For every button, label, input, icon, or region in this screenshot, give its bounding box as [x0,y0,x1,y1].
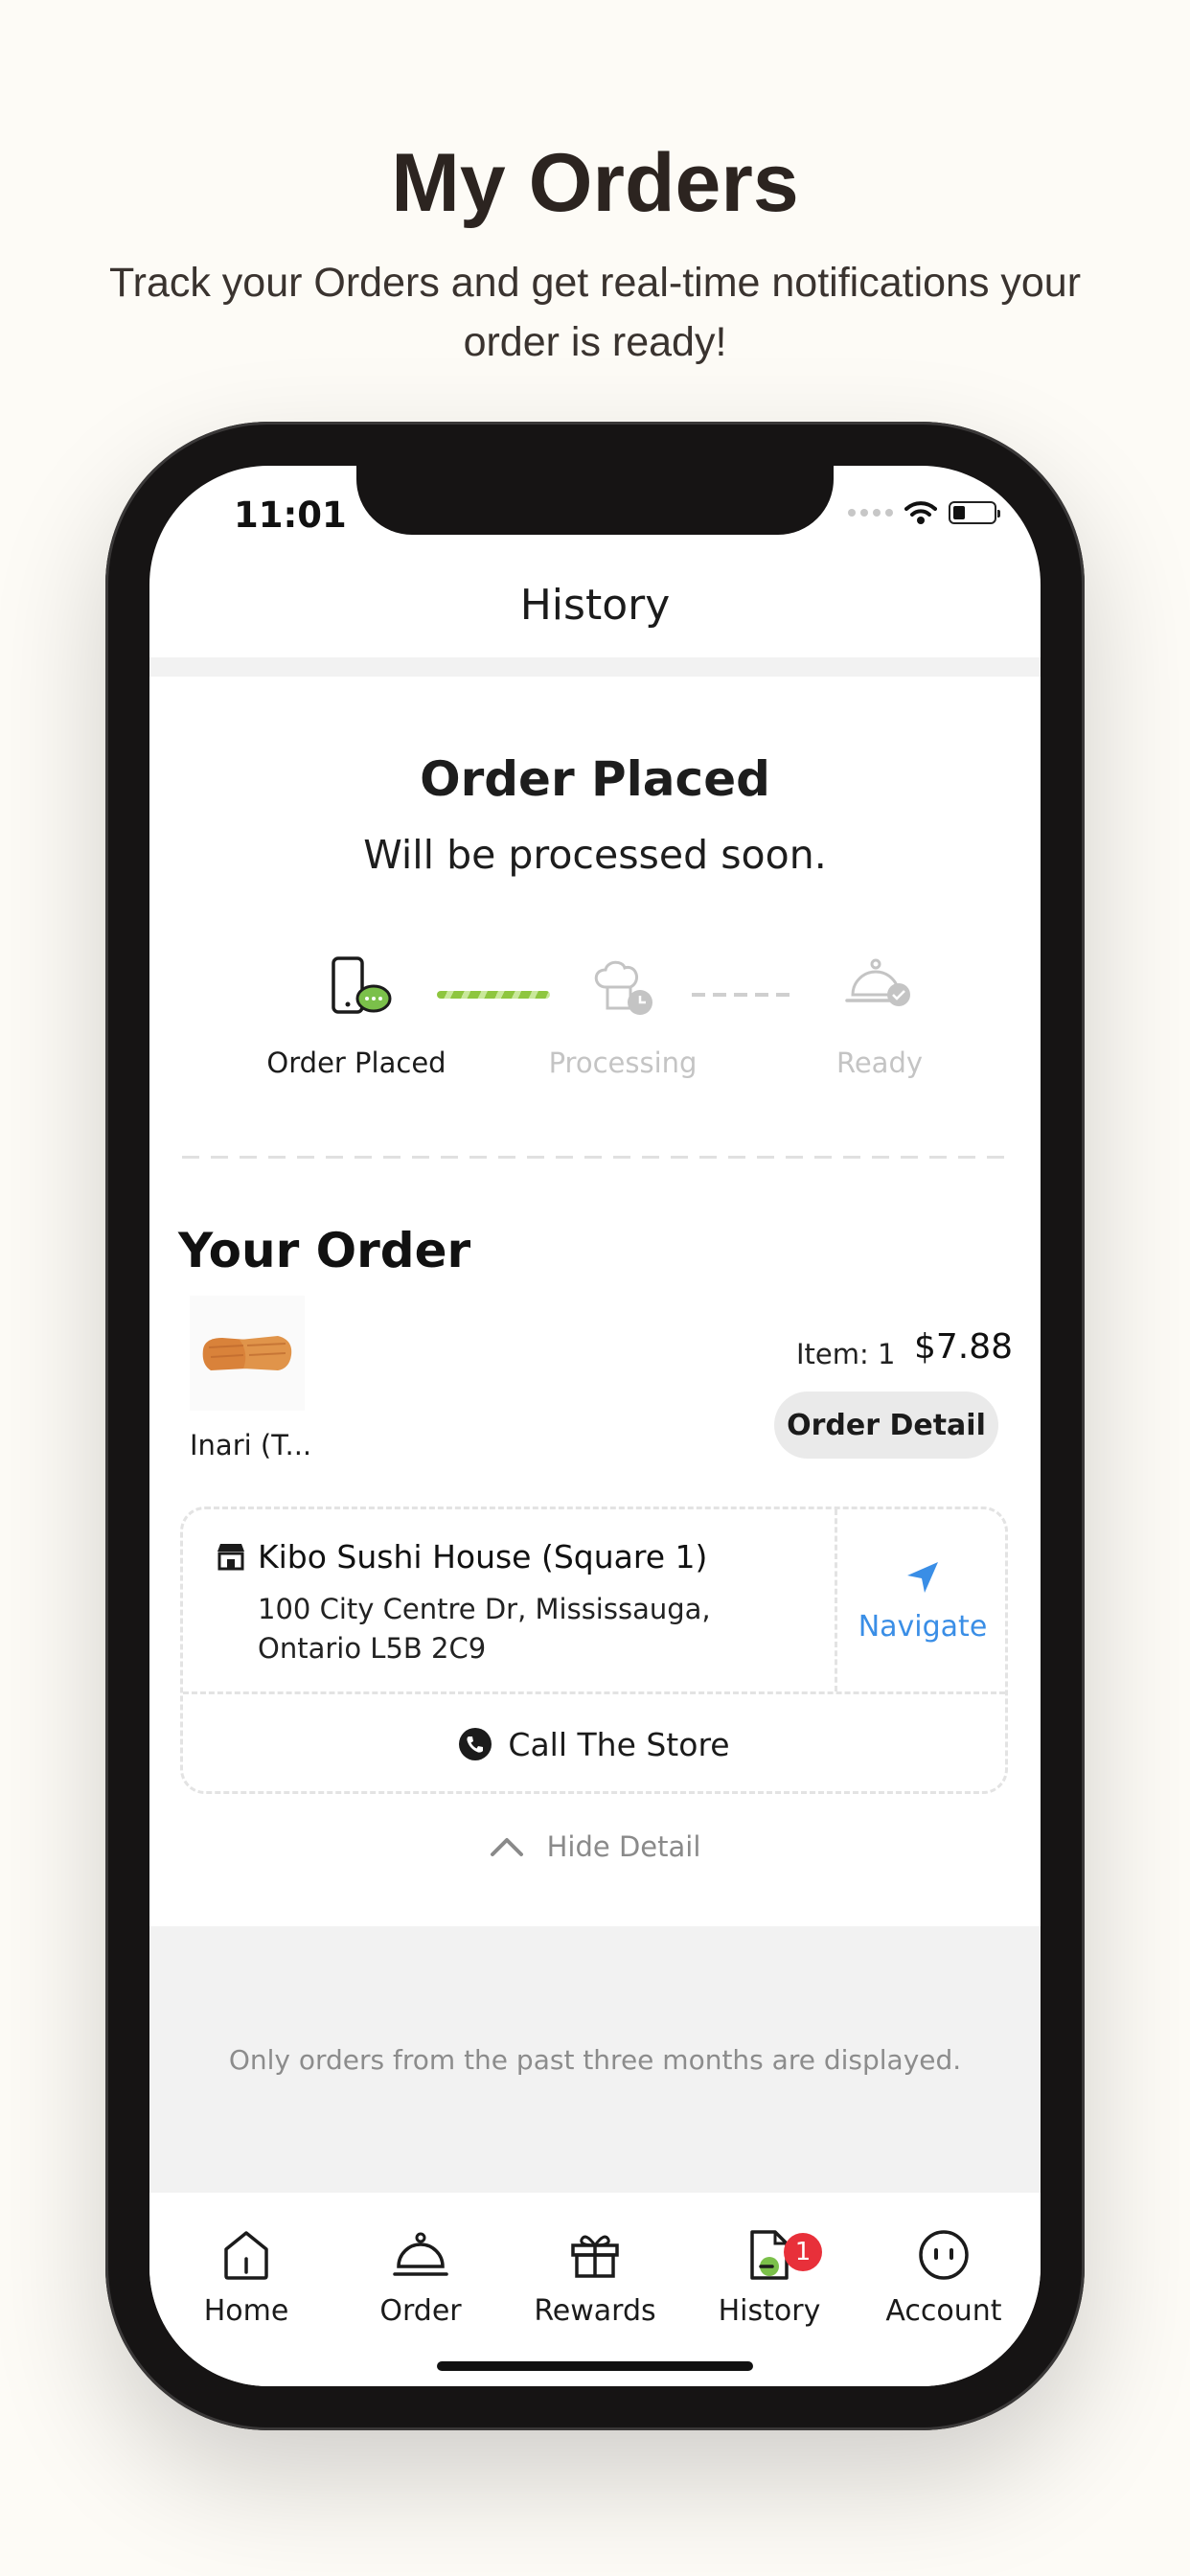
tab-bar: Home Order Rewards 1 History Account [149,2193,1041,2386]
call-store-button[interactable]: Call The Store [183,1694,1005,1794]
item-name: Inari (T... [190,1429,312,1461]
phone-frame: 11:01 History Order Placed Will be proce… [105,422,1085,2430]
navigate-label: Navigate [858,1609,988,1644]
chevron-up-icon [490,1838,523,1856]
tab-label: Rewards [534,2294,656,2328]
page-title: History [519,581,671,630]
item-count: Item: 1 [796,1338,896,1370]
tab-account[interactable]: Account [862,2223,1025,2328]
navigate-arrow-icon [907,1561,938,1593]
phone-icon [459,1728,492,1760]
phone-notch [356,466,834,535]
account-icon [919,2230,969,2280]
app-screen: 11:01 History Order Placed Will be proce… [149,466,1041,2386]
promo-subtitle: Track your Orders and get real-time noti… [108,260,1082,365]
your-order-heading: Your Order [178,1223,471,1278]
section-divider [182,1156,1008,1159]
step-label: Processing [548,1046,698,1079]
store-icon [217,1544,244,1571]
tab-label: Order [379,2294,462,2328]
order-detail-button[interactable]: Order Detail [774,1392,998,1459]
home-indicator [437,2361,753,2371]
promo-title: My Orders [391,137,799,229]
cloche-icon [393,2232,448,2276]
hide-detail-label: Hide Detail [546,1830,701,1863]
status-icons [848,500,1000,525]
item-price: $7.88 [914,1327,1014,1367]
tab-label: Home [203,2294,289,2328]
step-label: Ready [835,1046,924,1079]
navigate-button[interactable]: Navigate [837,1509,1008,1691]
item-image [190,1296,305,1411]
home-icon [224,2231,268,2280]
history-footer: Only orders from the past three months a… [149,1926,1041,2193]
step-order-placed: Order Placed [241,954,471,1079]
store-name: Kibo Sushi House (Square 1) [258,1538,708,1576]
tab-home[interactable]: Home [165,2223,328,2328]
tab-history[interactable]: 1 History [688,2223,851,2328]
step-label: Order Placed [266,1046,446,1079]
cloche-check-icon [845,958,910,1006]
step-ready: Ready [765,954,995,1079]
tab-label: History [718,2294,821,2328]
order-status-title: Order Placed [420,751,770,807]
signal-icon [848,509,893,517]
tab-rewards[interactable]: Rewards [514,2223,676,2328]
order-status-subtitle: Will be processed soon. [363,832,827,878]
status-time: 11:01 [234,494,347,536]
store-card: Kibo Sushi House (Square 1) 100 City Cen… [180,1506,1008,1794]
wifi-icon [904,501,937,524]
call-store-label: Call The Store [508,1725,730,1763]
history-note: Only orders from the past three months a… [228,2043,962,2076]
phone-chat-icon [332,956,392,1014]
tab-label: Account [885,2294,1002,2328]
battery-icon [949,501,1000,524]
step-processing: Processing [508,954,738,1079]
tab-order[interactable]: Order [339,2223,502,2328]
store-address: 100 City Centre Dr, Mississauga, Ontario… [258,1593,711,1665]
chef-clock-icon [594,960,652,1015]
header-divider [149,657,1041,677]
hide-detail-toggle[interactable]: Hide Detail [149,1830,1041,1863]
notification-badge: 1 [784,2233,822,2271]
gift-icon [571,2235,619,2278]
